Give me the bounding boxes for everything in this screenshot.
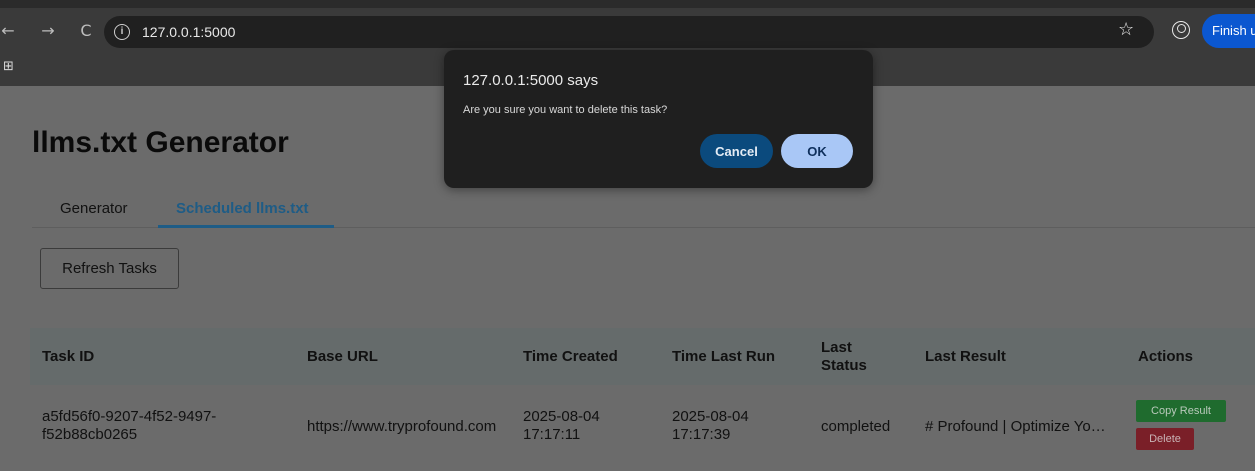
dialog-message: Are you sure you want to delete this tas… (463, 104, 668, 116)
table-header: Task ID Base URL Time Created Time Last … (30, 328, 1255, 385)
cell-base-url: https://www.tryprofound.com (307, 418, 497, 435)
header-time-created: Time Created (523, 348, 618, 365)
cell-last-run-date: 2025-08-04 (672, 408, 749, 425)
page-title: llms.txt Generator (32, 126, 289, 159)
header-time-last-run: Time Last Run (672, 348, 776, 365)
dialog-title: 127.0.0.1:5000 says (463, 72, 599, 89)
tab-generator[interactable]: Generator (60, 200, 128, 217)
tab-bar: Generator Scheduled llms.txt (32, 190, 1255, 228)
address-bar[interactable]: i 127.0.0.1:5000 (104, 16, 1154, 48)
confirm-dialog: 127.0.0.1:5000 says Are you sure you wan… (444, 50, 873, 188)
header-actions: Actions (1138, 348, 1194, 365)
reload-icon[interactable]: C (74, 18, 98, 44)
site-info-icon[interactable]: i (114, 24, 130, 40)
cancel-button[interactable]: Cancel (700, 134, 773, 168)
copy-result-button[interactable]: Copy Result (1136, 400, 1226, 422)
bookmark-star-icon[interactable]: ☆ (1118, 19, 1134, 40)
cell-status: completed (821, 418, 891, 435)
cell-last-run-time: 17:17:39 (672, 426, 731, 443)
header-last-result: Last Result (925, 348, 1006, 365)
cell-created-time: 17:17:11 (523, 426, 581, 443)
header-task-id: Task ID (42, 348, 95, 365)
cell-created-date: 2025-08-04 (523, 408, 600, 425)
header-base-url: Base URL (307, 348, 378, 365)
delete-button[interactable]: Delete (1136, 428, 1194, 450)
tab-scheduled[interactable]: Scheduled llms.txt (176, 200, 309, 217)
header-last-status-line2: Status (821, 357, 867, 374)
refresh-tasks-button[interactable]: Refresh Tasks (40, 248, 179, 289)
header-last-status-line1: Last (821, 339, 852, 356)
cell-task-id-line2: f52b88cb0265 (42, 426, 138, 443)
active-tab-indicator (158, 225, 334, 228)
browser-frame-top (0, 0, 1255, 8)
cell-last-result: # Profound | Optimize Yo… (925, 418, 1106, 435)
table-row: a5fd56f0-9207-4f52-9497- f52b88cb0265 ht… (30, 385, 1255, 471)
profile-icon[interactable] (1172, 21, 1190, 39)
browser-toolbar: ← → C i 127.0.0.1:5000 ☆ Finish u (0, 8, 1255, 54)
apps-grid-icon[interactable]: ⊞ (3, 59, 14, 74)
forward-icon[interactable]: → (36, 18, 60, 44)
cell-task-id-line1: a5fd56f0-9207-4f52-9497- (42, 408, 217, 425)
ok-button[interactable]: OK (781, 134, 853, 168)
finish-update-button[interactable]: Finish u (1202, 14, 1255, 48)
url-text: 127.0.0.1:5000 (142, 24, 236, 40)
back-icon[interactable]: ← (0, 18, 20, 44)
